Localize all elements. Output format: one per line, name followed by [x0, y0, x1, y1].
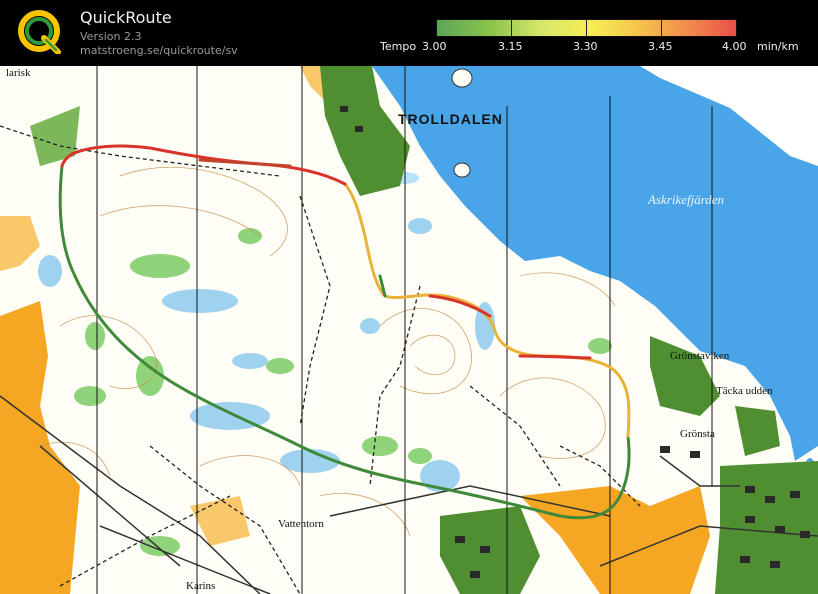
tempo-tick-label: 3.30	[573, 40, 598, 53]
tempo-tick-label: 3.15	[498, 40, 523, 53]
place-label-vattentorn: Vattentorn	[278, 518, 324, 530]
tempo-prefix: Tempo	[380, 40, 417, 53]
dense-forest	[735, 406, 780, 456]
tempo-gradient-bar	[436, 19, 737, 37]
tempo-tick-label: 3.45	[648, 40, 673, 53]
place-label-askrikefjarden: Askrikefjärden	[648, 192, 725, 207]
place-label-flarisk: larisk	[6, 67, 31, 79]
place-label-karins: Karins	[186, 580, 216, 592]
open-land	[0, 216, 40, 271]
tempo-tick-2	[586, 20, 587, 36]
tempo-tick-3	[661, 20, 662, 36]
tempo-unit: min/km	[757, 40, 799, 53]
map-canvas	[0, 66, 818, 594]
dense-forest	[715, 461, 818, 594]
place-label-gronsta: Grönsta	[680, 428, 715, 440]
place-label-gronstaviken: Grönstaviken	[670, 350, 730, 362]
tempo-tick-label: 4.00	[722, 40, 747, 53]
dense-forest	[30, 106, 80, 166]
tempo-tick-1	[511, 20, 512, 36]
place-label-tacka-udden: Täcka udden	[716, 385, 773, 397]
tempo-tick-label: 3.00	[422, 40, 447, 53]
orienteering-map[interactable]: TROLLDALEN Askrikefjärden Grönstaviken T…	[0, 66, 818, 594]
tempo-legend-labels: Tempo 3.00 3.15 3.30 3.45 4.00 min/km	[0, 40, 818, 54]
place-label-trolldalen: TROLLDALEN	[398, 111, 503, 127]
open-land	[190, 496, 250, 546]
header: QuickRoute Version 2.3 matstroeng.se/qui…	[0, 0, 818, 66]
app-name: QuickRoute	[80, 8, 172, 27]
